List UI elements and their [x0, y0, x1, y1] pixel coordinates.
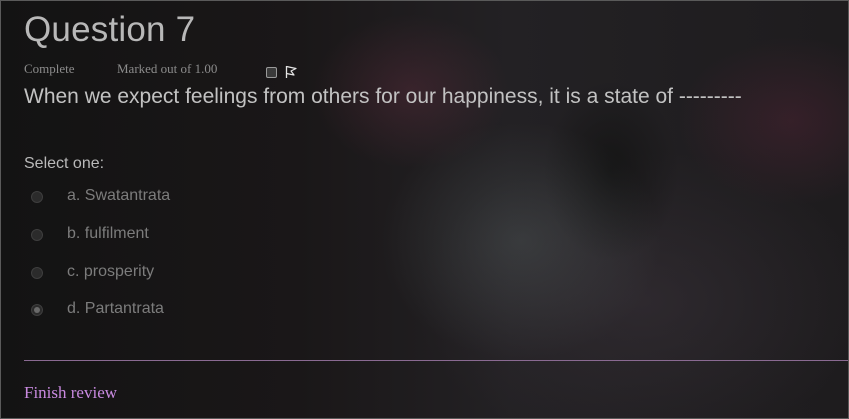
select-one-label: Select one:: [24, 155, 105, 172]
question-grade: Marked out of 1.00: [117, 61, 218, 76]
question-text: When we expect feelings from others for …: [24, 85, 742, 108]
answer-option-c[interactable]: c. prosperity: [31, 263, 331, 285]
answer-option-a[interactable]: a. Swatantrata: [31, 187, 331, 209]
question-state: Complete: [24, 61, 75, 76]
question-panel: Question 7 Complete Marked out of 1.00 W…: [0, 0, 849, 419]
answer-option-b[interactable]: b. fulfilment: [31, 225, 331, 247]
radio-button-a[interactable]: [31, 191, 43, 203]
radio-button-b[interactable]: [31, 229, 43, 241]
answer-label-d[interactable]: d. Partantrata: [67, 300, 164, 318]
answer-label-a[interactable]: a. Swatantrata: [67, 187, 170, 205]
answer-label-b[interactable]: b. fulfilment: [67, 225, 149, 243]
divider: [24, 360, 848, 361]
answer-option-d[interactable]: d. Partantrata: [31, 300, 331, 322]
answer-label-c[interactable]: c. prosperity: [67, 263, 154, 281]
question-title: Question 7: [24, 10, 196, 49]
finish-review-link[interactable]: Finish review: [24, 383, 117, 403]
radio-button-d[interactable]: [31, 304, 43, 316]
radio-button-c[interactable]: [31, 267, 43, 279]
flag-icon[interactable]: [285, 65, 297, 79]
flag-question-checkbox[interactable]: [266, 67, 277, 78]
